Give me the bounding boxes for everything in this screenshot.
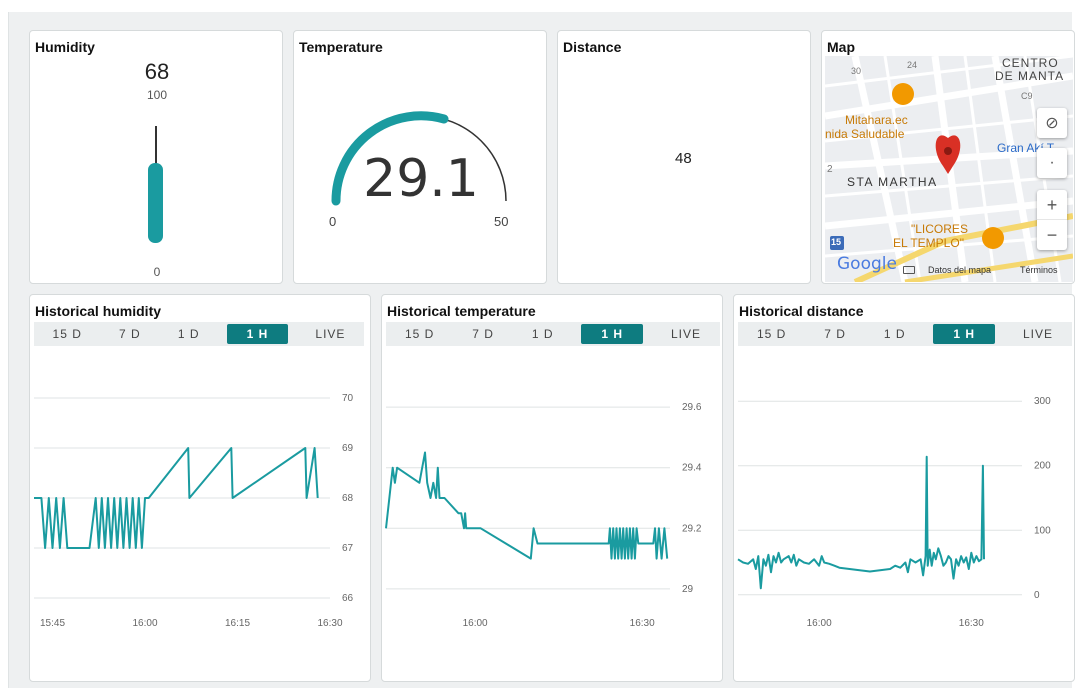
temperature-widget: Temperature 29.1 0 50 [293,30,547,284]
y-tick-label: 68 [342,493,354,504]
tab-1d[interactable]: 1 D [874,324,916,344]
historical-humidity-title: Historical humidity [35,303,162,319]
compass-icon: ⊘ [1045,115,1059,132]
temperature-value: 29.1 [363,149,479,209]
humidity-widget: Humidity 68 100 0 [29,30,283,284]
y-tick-label: 100 [1034,525,1051,536]
series-line [385,451,669,560]
tab-live[interactable]: LIVE [1013,324,1063,344]
time-range-tabs: 15 D 7 D 1 D 1 H LIVE [738,322,1072,346]
y-tick-label: 66 [342,593,354,604]
x-tick-label: 15:45 [40,618,65,629]
x-tick-label: 16:30 [630,618,655,629]
humidity-line-chart: 70 69 68 67 66 15:45 16:00 16:15 16:30 [34,393,354,629]
tab-7d[interactable]: 7 D [109,324,151,344]
y-tick-label: 200 [1034,461,1051,472]
y-tick-label: 29 [682,584,694,595]
map-label-licores: "LICORES [911,222,968,236]
keyboard-icon[interactable] [903,266,915,274]
map-label-street-c9: C9 [1021,91,1033,101]
tab-1h[interactable]: 1 H [226,324,289,344]
map-label-street-24: 24 [907,60,918,70]
zoom-out-button[interactable]: − [1037,220,1067,250]
y-tick-label: 29.2 [682,523,702,534]
distance-widget: Distance 48 [557,30,811,284]
humidity-min-label: 0 [153,265,161,279]
y-tick-label: 69 [342,443,354,454]
map-label-centro: CENTRO [1002,56,1059,70]
x-tick-label: 16:00 [463,618,488,629]
map-label-street-2: 2 [827,164,833,175]
distance-line-chart: 300 200 100 0 16:00 16:30 [737,396,1051,629]
humidity-title: Humidity [35,39,95,55]
x-tick-label: 16:00 [132,618,157,629]
humidity-max-label: 100 [146,88,168,102]
historical-temperature-title: Historical temperature [387,303,536,319]
x-tick-label: 16:30 [317,618,342,629]
y-tick-label: 0 [1034,590,1040,601]
map-label-templo: EL TEMPLO" [893,236,964,250]
x-tick-label: 16:30 [959,618,984,629]
tab-15d[interactable]: 15 D [43,324,92,344]
map-terms-link[interactable]: Términos [1020,265,1058,275]
x-tick-label: 16:15 [225,618,250,629]
historical-distance-title: Historical distance [739,303,864,319]
y-tick-label: 300 [1034,396,1051,407]
tab-7d[interactable]: 7 D [814,324,856,344]
tab-live[interactable]: LIVE [661,324,711,344]
distance-title: Distance [563,39,622,55]
map-canvas[interactable]: CENTRO DE MANTA 24 30 C9 2 15 Mitahara.e… [825,56,1073,282]
humidity-value: 68 [144,59,170,84]
tab-15d[interactable]: 15 D [395,324,444,344]
map-zoom-control: + − [1037,190,1067,250]
y-tick-label: 29.6 [682,402,702,413]
map-label-road-15: 15 [831,237,842,247]
humidity-bar-fill [148,163,163,243]
map-label-saludable: nida Saludable [825,127,905,141]
time-range-tabs: 15 D 7 D 1 D 1 H LIVE [34,322,364,346]
map-label-sta-martha: STA MARTHA [847,175,938,189]
y-tick-label: 67 [342,543,354,554]
location-icon: · [1049,154,1055,171]
tab-15d[interactable]: 15 D [747,324,796,344]
gauge-max-label: 50 [494,214,509,229]
google-logo: Google [837,254,897,274]
tab-1d[interactable]: 1 D [168,324,210,344]
historical-temperature-widget: Historical temperature 15 D 7 D 1 D 1 H … [381,294,723,682]
tab-1h[interactable]: 1 H [933,324,996,344]
tab-live[interactable]: LIVE [305,324,355,344]
map-label-mitahara: Mitahara.ec [845,113,908,127]
time-range-tabs: 15 D 7 D 1 D 1 H LIVE [386,322,720,346]
historical-distance-widget: Historical distance 15 D 7 D 1 D 1 H LIV… [733,294,1075,682]
y-tick-label: 70 [342,393,354,404]
x-tick-label: 16:00 [807,618,832,629]
dashboard: Humidity 68 100 0 Temperature 29.1 0 50 … [8,12,1075,688]
zoom-in-button[interactable]: + [1037,190,1067,220]
distance-value: 48 [675,150,692,167]
temperature-line-chart: 29.6 29.4 29.2 29 16:00 16:30 [385,402,702,629]
map-widget: Map CENTRO DE MANTA 24 30 C9 2 15 Mitaha… [821,30,1075,284]
map-data-link[interactable]: Datos del mapa [928,265,991,275]
historical-humidity-widget: Historical humidity 15 D 7 D 1 D 1 H LIV… [29,294,371,682]
y-tick-label: 29.4 [682,463,702,474]
gauge-min-label: 0 [329,214,337,229]
tab-1d[interactable]: 1 D [522,324,564,344]
tab-7d[interactable]: 7 D [462,324,504,344]
map-button-location[interactable]: · [1037,148,1067,178]
map-label-de-manta: DE MANTA [995,69,1065,83]
map-title: Map [827,39,855,55]
series-line [737,455,985,590]
tab-1h[interactable]: 1 H [581,324,644,344]
map-button-compass[interactable]: ⊘ [1037,108,1067,138]
map-label-street-30: 30 [851,66,862,76]
